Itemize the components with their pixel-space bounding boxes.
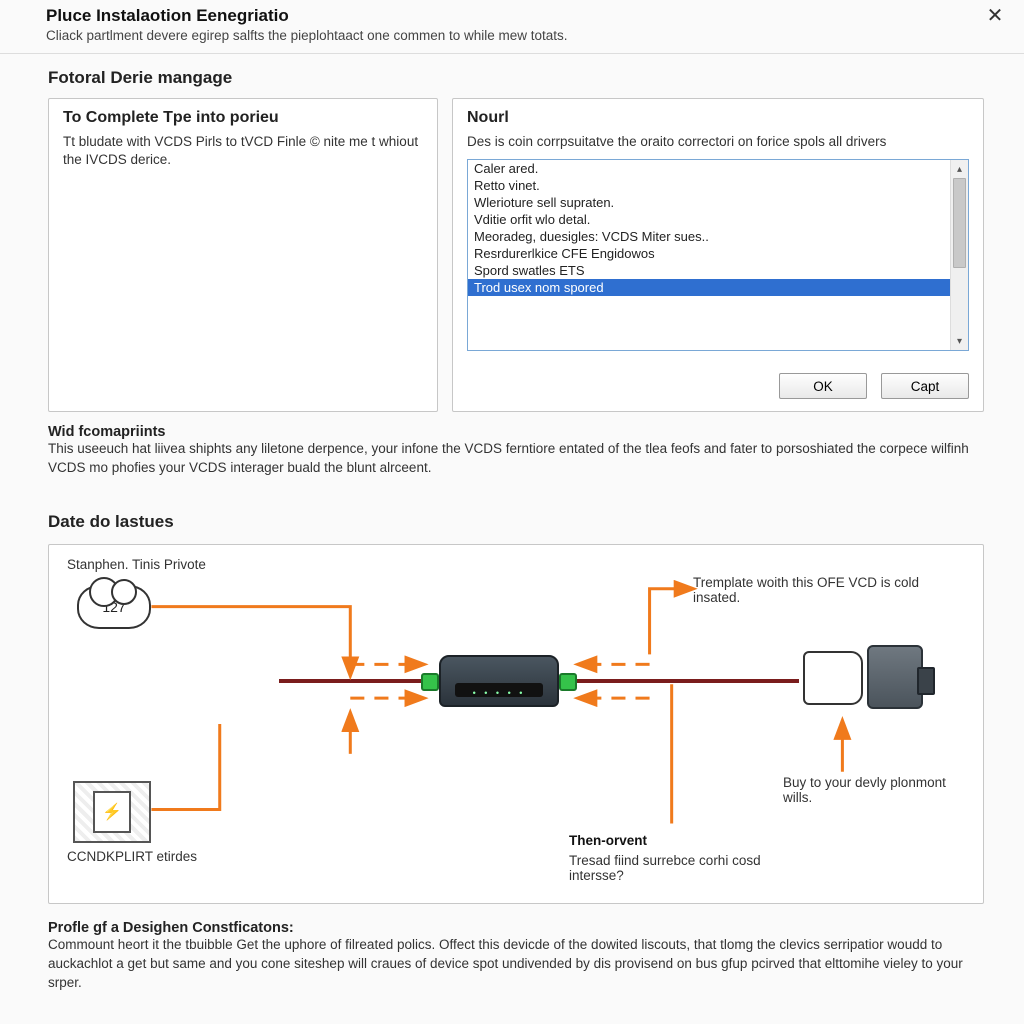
list-item[interactable]: Vditie orfit wlo detal.	[468, 211, 950, 228]
scroll-down-icon[interactable]: ▾	[951, 332, 968, 350]
device-body	[439, 655, 559, 707]
mid-paragraph-title: Wid fcomapriints	[48, 424, 984, 440]
installer-window: Pluce Instalaotion Eenegriatio Cliack pa…	[0, 0, 1024, 1024]
diagram-right-top-note: Tremplate woith this OFE VCD is cold ins…	[693, 575, 953, 605]
cancel-button[interactable]: Capt	[881, 373, 969, 399]
obd-plug	[867, 645, 923, 709]
right-panel-title: Nourl	[467, 109, 969, 127]
right-panel-body: Des is coin corrpsuitatve the oraito cor…	[467, 133, 969, 151]
diagram-center-bottom-body: Tresad fiind surrebce corhi cosd interss…	[569, 853, 769, 883]
connection-diagram: Stanphen. Tinis Privote 127 ⚡ CCNDKPLIRT…	[48, 544, 984, 904]
listbox-inner: Caler ared.Retto vinet.Wlerioture sell s…	[468, 160, 950, 350]
close-icon[interactable]: ✕	[980, 6, 1010, 30]
list-item[interactable]: Resrdurerlkice CFE Engidowos	[468, 245, 950, 262]
button-row: OK Capt	[779, 373, 969, 399]
list-item[interactable]: Meoradeg, duesigles: VCDS Miter sues..	[468, 228, 950, 245]
port-left-icon	[421, 673, 439, 691]
window-title: Pluce Instalaotion Eenegriatio	[46, 6, 568, 26]
controller-chip-icon: ⚡	[73, 781, 151, 843]
cloud-value: 127	[102, 599, 125, 615]
controller-chip-inner: ⚡	[93, 791, 131, 833]
listbox-scrollbar[interactable]: ▴ ▾	[950, 160, 968, 350]
footer-title: Profle gf a Desighen Constficatons:	[48, 920, 984, 936]
scroll-up-icon[interactable]: ▴	[951, 160, 968, 178]
port-right-icon	[559, 673, 577, 691]
section-heading: Fotoral Derie mangage	[48, 68, 984, 88]
controller-label: CCNDKPLIRT etirdes	[67, 849, 197, 864]
mid-paragraph: Wid fcomapriints This useeuch hat liivea…	[48, 424, 984, 478]
cloud-icon: 127	[77, 585, 151, 629]
right-panel: Nourl Des is coin corrpsuitatve the orai…	[452, 98, 984, 412]
driver-listbox[interactable]: Caler ared.Retto vinet.Wlerioture sell s…	[467, 159, 969, 351]
list-item[interactable]: Spord swatles ETS	[468, 262, 950, 279]
left-panel-body: Tt bludate with VCDS Pirls to tVCD Finle…	[63, 133, 423, 169]
titlebar: Pluce Instalaotion Eenegriatio Cliack pa…	[0, 0, 1024, 54]
ok-button[interactable]: OK	[779, 373, 867, 399]
diagram-right-bottom-note: Buy to your devly plonmont wills.	[783, 775, 953, 805]
list-item[interactable]: Caler ared.	[468, 160, 950, 177]
two-column-row: To Complete Tpe into porieu Tt bludate w…	[48, 98, 984, 412]
titlebar-text: Pluce Instalaotion Eenegriatio Cliack pa…	[46, 6, 568, 43]
window-subtitle: Cliack partlment devere egirep salfts th…	[46, 28, 568, 43]
content-area: Fotoral Derie mangage To Complete Tpe in…	[0, 54, 1024, 1002]
interface-device-icon	[439, 655, 559, 707]
scroll-thumb[interactable]	[953, 178, 966, 268]
diagram-top-left-label: Stanphen. Tinis Privote	[67, 557, 206, 572]
diagram-center-bottom-title: Then-orvent	[569, 833, 647, 848]
left-panel-title: To Complete Tpe into porieu	[63, 109, 423, 127]
footer-paragraph: Profle gf a Desighen Constficatons: Comm…	[48, 920, 984, 1003]
list-item[interactable]: Trod usex nom spored	[468, 279, 950, 296]
left-panel: To Complete Tpe into porieu Tt bludate w…	[48, 98, 438, 412]
list-item[interactable]: Retto vinet.	[468, 177, 950, 194]
obd-connector-icon	[803, 643, 923, 713]
footer-body: Commount heort it the tbuibble Get the u…	[48, 936, 984, 993]
obd-shell	[803, 651, 863, 705]
mid-paragraph-body: This useeuch hat liivea shiphts any lile…	[48, 440, 984, 478]
diagram-title: Date do lastues	[48, 512, 984, 532]
list-item[interactable]: Wlerioture sell supraten.	[468, 194, 950, 211]
